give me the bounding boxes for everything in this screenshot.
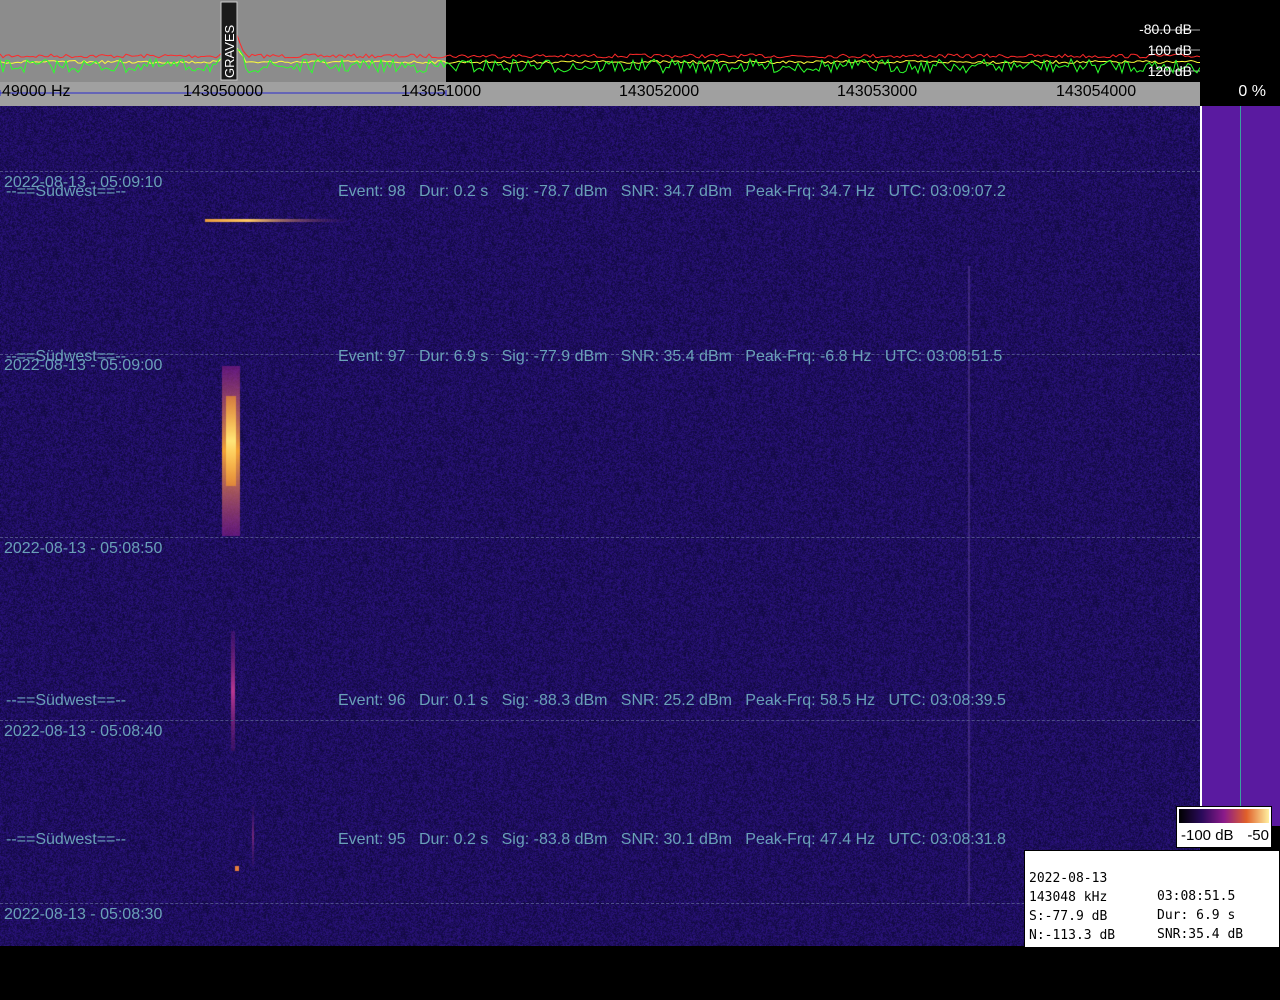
info-df: df:-6.8 Hz <box>1157 946 1236 961</box>
info-act-noise: act.N:-113.6 <box>1029 947 1123 962</box>
frequency-axis[interactable]: 49000 Hz 143050000 143051000 143052000 1… <box>0 82 1200 106</box>
info-time: 03:08:51.5 <box>1157 889 1236 904</box>
info-snr: SNR:35.4 dB <box>1157 927 1244 942</box>
colorbar-min-label: -100 dB <box>1181 827 1234 844</box>
info-duration: Dur: 6.9 s <box>1157 908 1236 923</box>
event-info-label: Event: 96 Dur: 0.1 s Sig: -88.3 dBm SNR:… <box>338 692 1006 709</box>
info-row: N:-113.3 dB df:-6.8 Hz <box>1027 909 1235 961</box>
level-marker-line <box>1240 106 1241 826</box>
event-info-label: Event: 98 Dur: 0.2 s Sig: -78.7 dBm SNR:… <box>338 183 1006 200</box>
event-info-label: Event: 95 Dur: 0.2 s Sig: -83.8 dBm SNR:… <box>338 831 1006 848</box>
event-location-label: --==Südwest==-- <box>6 692 127 709</box>
info-row: 143048 kHz Dur: 6.9 s <box>1027 871 1235 923</box>
freq-label-1: 143050000 <box>183 83 264 100</box>
db-scale-label-mid: 100 dB <box>1147 42 1192 58</box>
event-info-label: Event: 97 Dur: 6.9 s Sig: -77.9 dBm SNR:… <box>338 348 1003 365</box>
event-location-label: --==Südwest==-- <box>6 831 127 848</box>
freq-label-2: 143051000 <box>401 83 482 100</box>
info-row: S:-77.9 dB SNR:35.4 dB <box>1027 890 1243 942</box>
colorbar-legend: -100 dB -50 <box>1176 806 1272 848</box>
info-row: 2022-08-13 03:08:51.5 <box>1027 852 1235 904</box>
time-gridline <box>0 720 1200 721</box>
event-location-label: --==Südwest==-- <box>6 348 127 365</box>
info-row: act.N:-113.6 act.SNR:12.1 <box>1027 928 1251 980</box>
time-label: 2022-08-13 - 05:08:30 <box>4 906 163 923</box>
spectrum-trace-plot: GRAVES <box>0 1 1200 81</box>
colorbar-max-label: -50 <box>1247 827 1269 844</box>
corner-panel <box>1202 0 1280 82</box>
db-scale-label-bottom: 120 dB <box>1147 63 1192 79</box>
time-gridline <box>0 537 1200 538</box>
event-info-panel: 2022-08-13 03:08:51.5 143048 kHz Dur: 6.… <box>1024 850 1279 980</box>
colorbar-gradient <box>1179 809 1269 823</box>
spectrum-display[interactable]: GRAVES -80.0 dB 100 dB 120 dB <box>0 0 1200 82</box>
level-percent: 0 % <box>1238 83 1266 100</box>
level-percent-box: 0 % <box>1202 82 1280 106</box>
signal-level-bar <box>1202 106 1280 826</box>
freq-label-0: 49000 Hz <box>2 83 71 100</box>
freq-label-3: 143052000 <box>619 83 700 100</box>
freq-label-4: 143053000 <box>837 83 918 100</box>
freq-label-5: 143054000 <box>1056 83 1137 100</box>
time-label: 2022-08-13 - 05:08:50 <box>4 540 163 557</box>
db-scale-label-top: -80.0 dB <box>1139 21 1192 37</box>
info-act-snr: act.SNR:12.1 <box>1157 965 1251 980</box>
time-gridline <box>0 171 1200 172</box>
time-gridline <box>0 903 1200 904</box>
marker-label: GRAVES <box>222 24 237 78</box>
waterfall-display[interactable]: 2022-08-13 - 05:09:10 2022-08-13 - 05:09… <box>0 106 1200 946</box>
waterfall-canvas <box>0 106 1200 946</box>
event-location-label: --==Südwest==-- <box>6 183 127 200</box>
frequency-axis-ticks <box>0 90 447 96</box>
time-label: 2022-08-13 - 05:08:40 <box>4 723 163 740</box>
